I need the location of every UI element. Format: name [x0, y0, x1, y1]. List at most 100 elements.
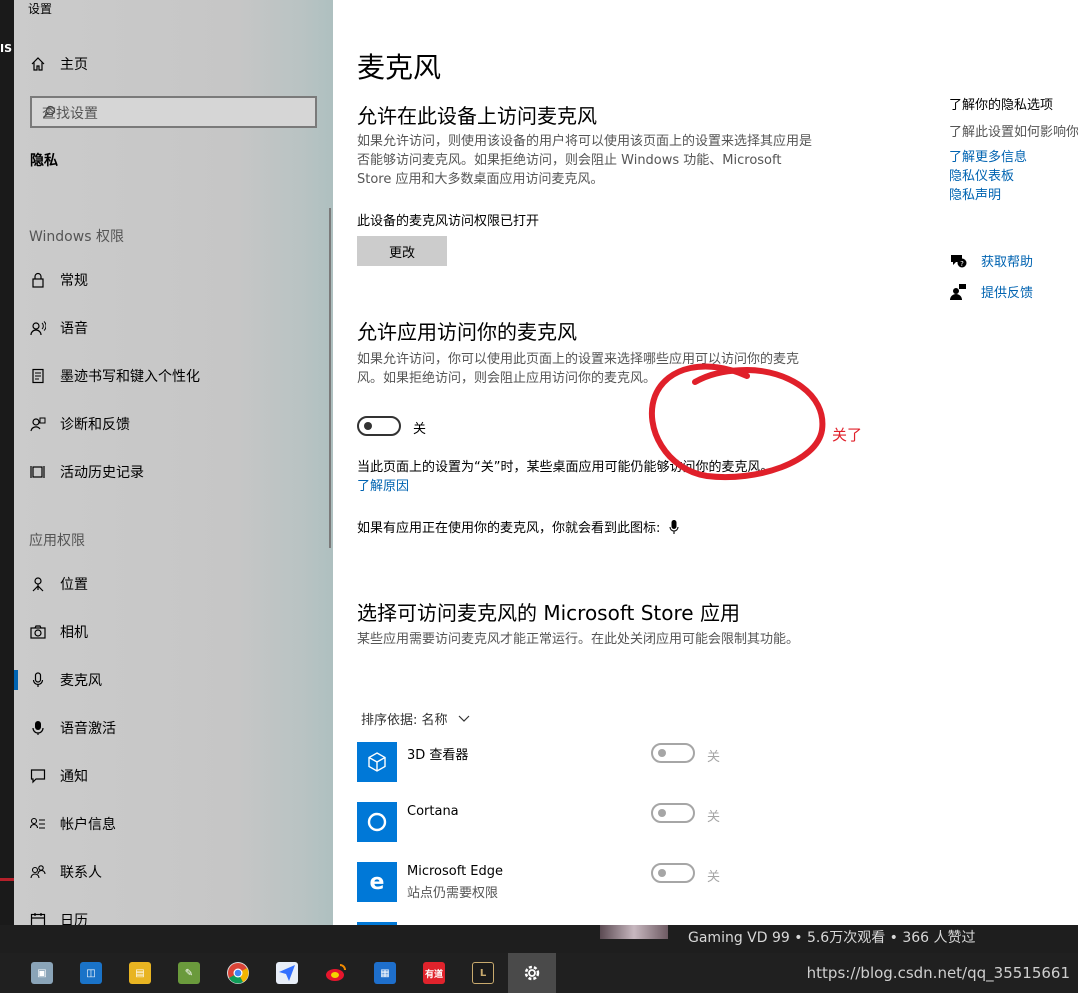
mic-indicator-text: 如果有应用正在使用你的麦克风，你就会看到此图标:: [357, 517, 679, 538]
blog-watermark: https://blog.csdn.net/qq_35515661: [806, 964, 1070, 982]
sidebar-item-label: 联系人: [60, 865, 102, 881]
sort-dropdown[interactable]: 排序依据: 名称: [361, 709, 470, 728]
app-toggle-3d-viewer[interactable]: [651, 743, 695, 763]
device-access-description: 如果允许访问，则使用该设备的用户将可以使用该页面上的设置来选择其应用是否能够访问…: [357, 134, 813, 187]
microphone-icon: [30, 672, 46, 688]
sidebar-item-microphone[interactable]: 麦克风: [14, 660, 333, 700]
category-title: 隐私: [30, 153, 58, 169]
sidebar-item-label: 主页: [60, 57, 88, 73]
video-stats: Gaming VD 99 • 5.6万次观看 • 366 人赞过: [688, 930, 976, 946]
mic-indicator-label: 如果有应用正在使用你的麦克风，你就会看到此图标:: [357, 521, 661, 536]
inking-icon: [30, 368, 46, 384]
page-title: 麦克风: [357, 51, 442, 84]
feedback-label: 提供反馈: [981, 286, 1034, 301]
sidebar-item-label: 语音激活: [60, 721, 116, 737]
sidebar-item-label: 帐户信息: [60, 817, 116, 833]
sidebar-item-activity-history[interactable]: 活动历史记录: [14, 452, 333, 492]
app-toggle-cortana[interactable]: [651, 803, 695, 823]
sidebar-item-label: 诊断和反馈: [60, 417, 130, 433]
annotation-text: 关了: [832, 426, 863, 444]
sidebar-item-label: 墨迹书写和键入个性化: [60, 369, 200, 385]
app-toggle-label: 关: [707, 750, 721, 765]
remote-desktop-icon: ▣: [31, 962, 53, 984]
device-access-heading: 允许在此设备上访问麦克风: [357, 104, 597, 128]
taskbar-app-remote[interactable]: ▣: [18, 953, 66, 993]
taskbar-app-league[interactable]: L: [459, 953, 507, 993]
taskbar-app-feishu[interactable]: [263, 953, 311, 993]
app-name: Cortana: [407, 804, 459, 819]
gear-icon: [521, 962, 543, 984]
sidebar-item-calendar[interactable]: 日历: [14, 900, 333, 925]
league-icon: L: [472, 962, 494, 984]
diagnostics-icon: [30, 416, 46, 432]
privacy-options-title: 了解你的隐私选项: [949, 98, 1054, 113]
taskbar-app-settings[interactable]: [508, 953, 556, 993]
app-access-heading: 允许应用访问你的麦克风: [357, 320, 577, 344]
sidebar-item-location[interactable]: 位置: [14, 564, 333, 604]
help-chat-icon: ?: [949, 252, 967, 270]
app-subtitle: 站点仍需要权限: [407, 886, 499, 901]
sidebar-item-camera[interactable]: 相机: [14, 612, 333, 652]
voice-activation-icon: [30, 720, 46, 736]
lock-icon: [30, 272, 46, 288]
search-box[interactable]: 查找设置: [30, 96, 317, 128]
sidebar-item-label: 相机: [60, 625, 88, 641]
taskbar-app-virtualbox[interactable]: ◫: [67, 953, 115, 993]
sidebar-item-speech[interactable]: 语音: [14, 308, 333, 348]
sidebar-item-label: 常规: [60, 273, 88, 289]
folder-icon: ▤: [129, 962, 151, 984]
sidebar-item-diagnostics[interactable]: 诊断和反馈: [14, 404, 333, 444]
activity-history-icon: [30, 464, 46, 480]
change-button[interactable]: 更改: [357, 236, 447, 266]
sidebar-item-label: 语音: [60, 321, 88, 337]
background-video-strip: Gaming VD 99 • 5.6万次观看 • 366 人赞过: [0, 925, 1078, 953]
sidebar-scrollbar[interactable]: [329, 208, 331, 548]
app-access-toggle[interactable]: [357, 416, 401, 436]
home-icon: [30, 56, 46, 72]
store-apps-description: 某些应用需要访问麦克风才能正常运行。在此处关闭应用可能会限制其功能。: [357, 632, 800, 647]
paper-plane-icon: [276, 962, 298, 984]
privacy-options-subtitle: 了解此设置如何影响你: [949, 125, 1078, 140]
mic-indicator-icon: [668, 520, 679, 538]
sidebar-item-label: 活动历史记录: [60, 465, 144, 481]
feedback-icon: [949, 283, 967, 301]
app-toggle-label: 关: [707, 870, 721, 885]
taskbar-app-cards[interactable]: ▦: [361, 953, 409, 993]
sidebar-item-notifications[interactable]: 通知: [14, 756, 333, 796]
get-help-label: 获取帮助: [981, 255, 1034, 270]
background-left-strip: IS: [0, 0, 14, 925]
virtualbox-icon: ◫: [80, 962, 102, 984]
sidebar-item-general[interactable]: 常规: [14, 260, 333, 300]
settings-window: 设置 主页 查找设置 隐私 Windows 权限 常规 语音 墨迹书写和键入个性…: [14, 0, 1078, 925]
taskbar-app-chrome[interactable]: [214, 953, 262, 993]
taskbar-app-weibo[interactable]: [312, 953, 360, 993]
app-access-toggle-label: 关: [413, 422, 427, 437]
feedback-link[interactable]: 提供反馈: [949, 282, 1033, 301]
store-apps-heading: 选择可访问麦克风的 Microsoft Store 应用: [357, 601, 740, 625]
device-access-status: 此设备的麦克风访问权限已打开: [357, 214, 540, 229]
sidebar-item-account-info[interactable]: 帐户信息: [14, 804, 333, 844]
sidebar-item-inking[interactable]: 墨迹书写和键入个性化: [14, 356, 333, 396]
learn-why-link[interactable]: 了解原因: [357, 475, 409, 494]
sidebar-item-voice-activation[interactable]: 语音激活: [14, 708, 333, 748]
taskbar-app-notepad[interactable]: ✎: [165, 953, 213, 993]
taskbar-app-youdao[interactable]: 有道: [410, 953, 458, 993]
account-info-icon: [30, 816, 46, 832]
sidebar-item-home[interactable]: 主页: [14, 44, 333, 84]
learn-more-link[interactable]: 了解更多信息: [949, 146, 1027, 165]
sidebar-item-contacts[interactable]: 联系人: [14, 852, 333, 892]
speech-icon: [30, 320, 46, 336]
svg-text:?: ?: [960, 260, 964, 268]
background-red-bar: [0, 878, 14, 881]
search-icon[interactable]: [42, 105, 308, 123]
taskbar: ▣ ◫ ▤ ✎ ▦ 有道 L https://blog.csdn.net/qq_…: [0, 953, 1078, 993]
sidebar-item-label: 麦克风: [60, 673, 102, 689]
privacy-dashboard-link[interactable]: 隐私仪表板: [949, 165, 1014, 184]
privacy-statement-link[interactable]: 隐私声明: [949, 184, 1001, 203]
taskbar-app-explorer[interactable]: ▤: [116, 953, 164, 993]
app-toggle-edge[interactable]: [651, 863, 695, 883]
weibo-icon: [325, 962, 347, 984]
get-help-link[interactable]: ? 获取帮助: [949, 251, 1033, 270]
sidebar-item-label: 位置: [60, 577, 88, 593]
chevron-down-icon: [458, 712, 470, 727]
